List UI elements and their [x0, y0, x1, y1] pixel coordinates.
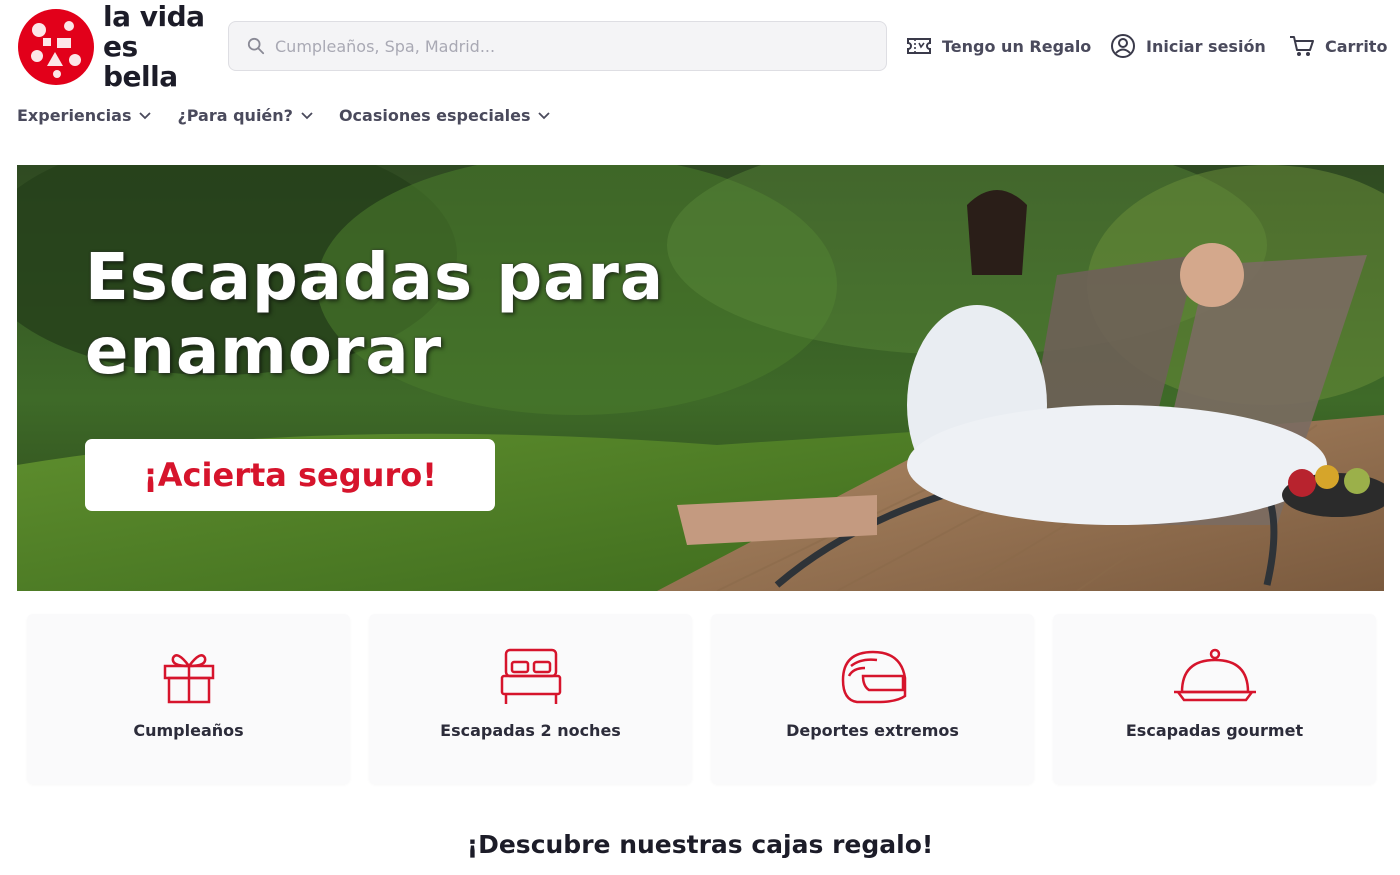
nav-item-experiencias[interactable]: Experiencias — [17, 106, 152, 125]
hero-banner[interactable]: Escapadas para enamorar ¡Acierta seguro! — [17, 165, 1384, 591]
gift-card-label: Tengo un Regalo — [942, 36, 1092, 56]
cloche-icon — [1173, 648, 1256, 702]
chevron-down-icon — [538, 111, 551, 119]
section-title: ¡Descubre nuestras cajas regalo! — [466, 830, 934, 859]
hero-title: Escapadas para enamorar — [85, 241, 665, 389]
logo-mark-icon — [18, 9, 94, 85]
search-bar[interactable] — [228, 21, 887, 71]
category-cards: Cumpleaños Escapadas 2 noches Deportes e… — [27, 614, 1376, 784]
login-link[interactable]: Iniciar sesión — [1110, 32, 1266, 60]
login-label: Iniciar sesión — [1146, 36, 1266, 56]
category-card-deportes-extremos[interactable]: Deportes extremos — [711, 614, 1034, 784]
chevron-down-icon — [139, 111, 152, 119]
gift-card-link[interactable]: Tengo un Regalo — [906, 32, 1091, 60]
cart-link[interactable]: Carrito — [1289, 32, 1387, 60]
category-label: Escapadas 2 noches — [440, 721, 621, 740]
cart-icon — [1290, 36, 1314, 56]
nav-item-label: Experiencias — [17, 106, 132, 125]
category-label: Cumpleaños — [133, 721, 244, 740]
category-card-escapadas-gourmet[interactable]: Escapadas gourmet — [1053, 614, 1376, 784]
category-label: Escapadas gourmet — [1125, 721, 1304, 740]
brand-logo[interactable]: la vida es bella — [17, 2, 217, 92]
nav-item-label: ¿Para quién? — [177, 106, 293, 125]
category-card-escapadas-2-noches[interactable]: Escapadas 2 noches — [369, 614, 692, 784]
gift-icon — [163, 654, 214, 704]
ticket-icon — [907, 38, 931, 54]
brand-line-2: es bella — [103, 30, 178, 93]
nav-item-label: Ocasiones especiales — [338, 106, 531, 125]
main-nav: Experiencias ¿Para quién? Ocasiones espe… — [17, 106, 551, 125]
helmet-icon — [841, 650, 906, 704]
hero-cta-button[interactable]: ¡Acierta seguro! — [85, 439, 495, 511]
category-card-cumpleanos[interactable]: Cumpleaños — [27, 614, 350, 784]
nav-item-para-quien[interactable]: ¿Para quién? — [177, 106, 313, 125]
search-input[interactable] — [275, 36, 835, 56]
bed-icon — [500, 648, 561, 704]
search-icon — [247, 37, 265, 55]
cart-label: Carrito — [1325, 36, 1388, 56]
nav-item-ocasiones[interactable]: Ocasiones especiales — [339, 106, 551, 125]
chevron-down-icon — [301, 111, 313, 119]
user-icon — [1111, 34, 1135, 58]
brand-wordmark: la vida es bella — [103, 2, 217, 92]
brand-line-1: la vida — [103, 0, 205, 33]
category-label: Deportes extremos — [786, 721, 959, 740]
